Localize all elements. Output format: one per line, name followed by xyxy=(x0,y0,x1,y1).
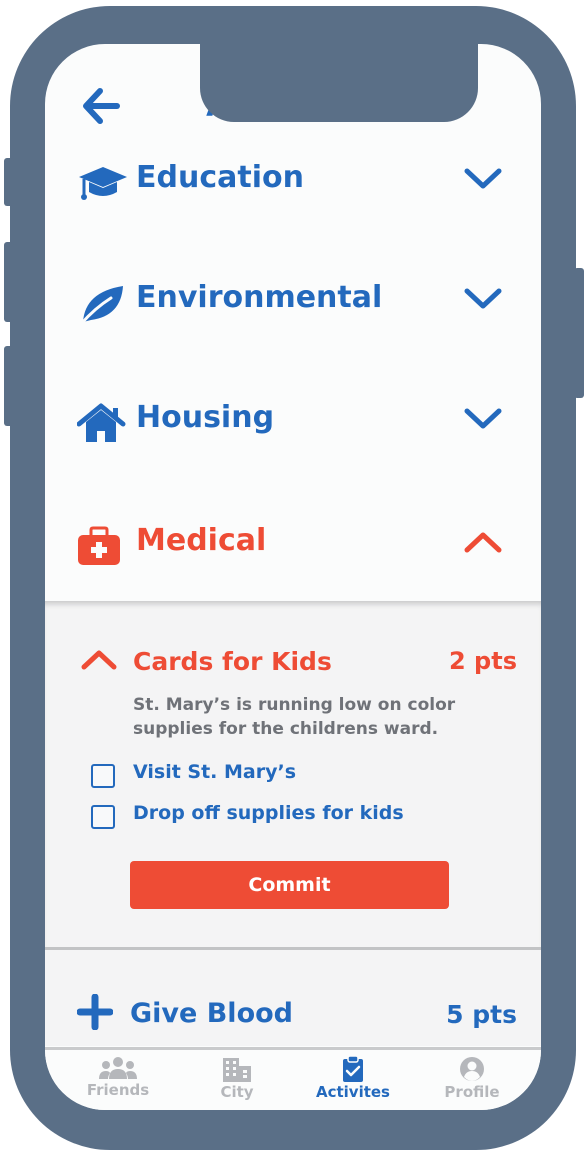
house-icon xyxy=(76,402,129,446)
phone-volume-up xyxy=(4,242,14,322)
category-environmental[interactable]: Environmental xyxy=(45,268,541,332)
graduation-cap-icon xyxy=(77,162,129,206)
activity-card-expanded: Cards for Kids 2 pts St. Mary’s is runni… xyxy=(45,601,541,947)
category-label: Education xyxy=(136,160,304,195)
tab-label: Activites xyxy=(315,1083,390,1101)
commit-button[interactable]: Commit xyxy=(130,861,449,909)
bottom-tab-bar: Friends City Activites Profile xyxy=(45,1047,541,1110)
task-label[interactable]: Visit St. Mary’s xyxy=(133,761,296,783)
category-label: Environmental xyxy=(136,280,383,315)
task-checkbox[interactable] xyxy=(91,764,115,788)
tab-profile[interactable]: Profile xyxy=(417,1056,527,1110)
activity-title[interactable]: Cards for Kids xyxy=(133,647,332,676)
clipboard-check-icon xyxy=(343,1056,363,1082)
tab-label: Profile xyxy=(444,1083,500,1101)
medical-kit-icon xyxy=(77,525,129,569)
activity-card-collapsed[interactable]: Give Blood 5 pts xyxy=(45,950,541,1046)
tab-activities[interactable]: Activites xyxy=(298,1056,408,1110)
friends-icon xyxy=(99,1057,137,1079)
activity-points: 5 pts xyxy=(446,1000,517,1029)
app-screen: Activities Education Environmental xyxy=(45,44,541,1110)
phone-volume-down xyxy=(4,346,14,426)
tab-label: City xyxy=(220,1083,254,1101)
plus-icon[interactable] xyxy=(76,993,114,1031)
category-label: Medical xyxy=(136,523,267,558)
category-education[interactable]: Education xyxy=(45,148,541,212)
phone-notch xyxy=(200,44,478,122)
task-checkbox[interactable] xyxy=(91,805,115,829)
activity-points: 2 pts xyxy=(449,647,517,675)
profile-icon xyxy=(460,1057,484,1081)
activity-title: Give Blood xyxy=(130,998,293,1029)
tab-city[interactable]: City xyxy=(182,1056,292,1110)
category-housing[interactable]: Housing xyxy=(45,388,541,452)
category-label: Housing xyxy=(136,400,275,435)
tab-label: Friends xyxy=(86,1081,150,1099)
chevron-down-icon[interactable] xyxy=(463,406,503,432)
phone-power-button xyxy=(574,268,584,398)
task-label[interactable]: Drop off supplies for kids xyxy=(133,802,404,824)
activity-description: St. Mary’s is running low on color suppl… xyxy=(133,695,456,739)
chevron-up-icon[interactable] xyxy=(463,529,503,555)
chevron-up-icon[interactable] xyxy=(81,647,117,673)
chevron-down-icon[interactable] xyxy=(463,166,503,192)
city-icon xyxy=(223,1058,251,1082)
tab-friends[interactable]: Friends xyxy=(63,1056,173,1110)
category-medical[interactable]: Medical xyxy=(45,511,541,575)
leaf-icon xyxy=(77,282,129,326)
phone-side-button xyxy=(4,158,14,206)
chevron-down-icon[interactable] xyxy=(463,286,503,312)
